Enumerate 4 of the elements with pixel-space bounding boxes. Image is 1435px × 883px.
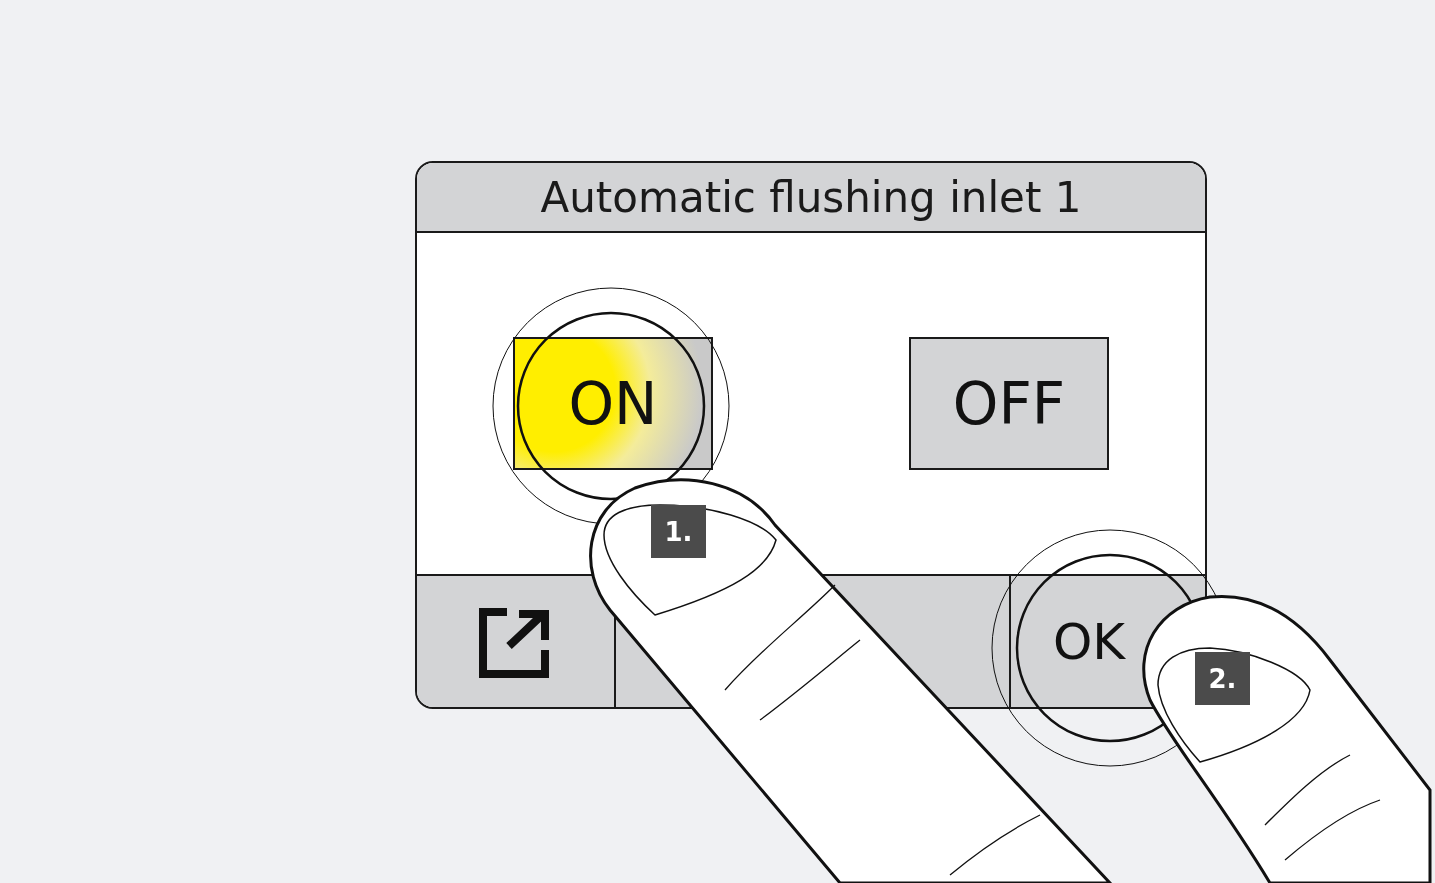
step-badge: 1. (651, 505, 706, 558)
option-button[interactable]: OFF (909, 337, 1109, 470)
screen-title: Automatic flushing inlet 1 (540, 172, 1082, 222)
step-badge: 2. (1195, 652, 1250, 705)
